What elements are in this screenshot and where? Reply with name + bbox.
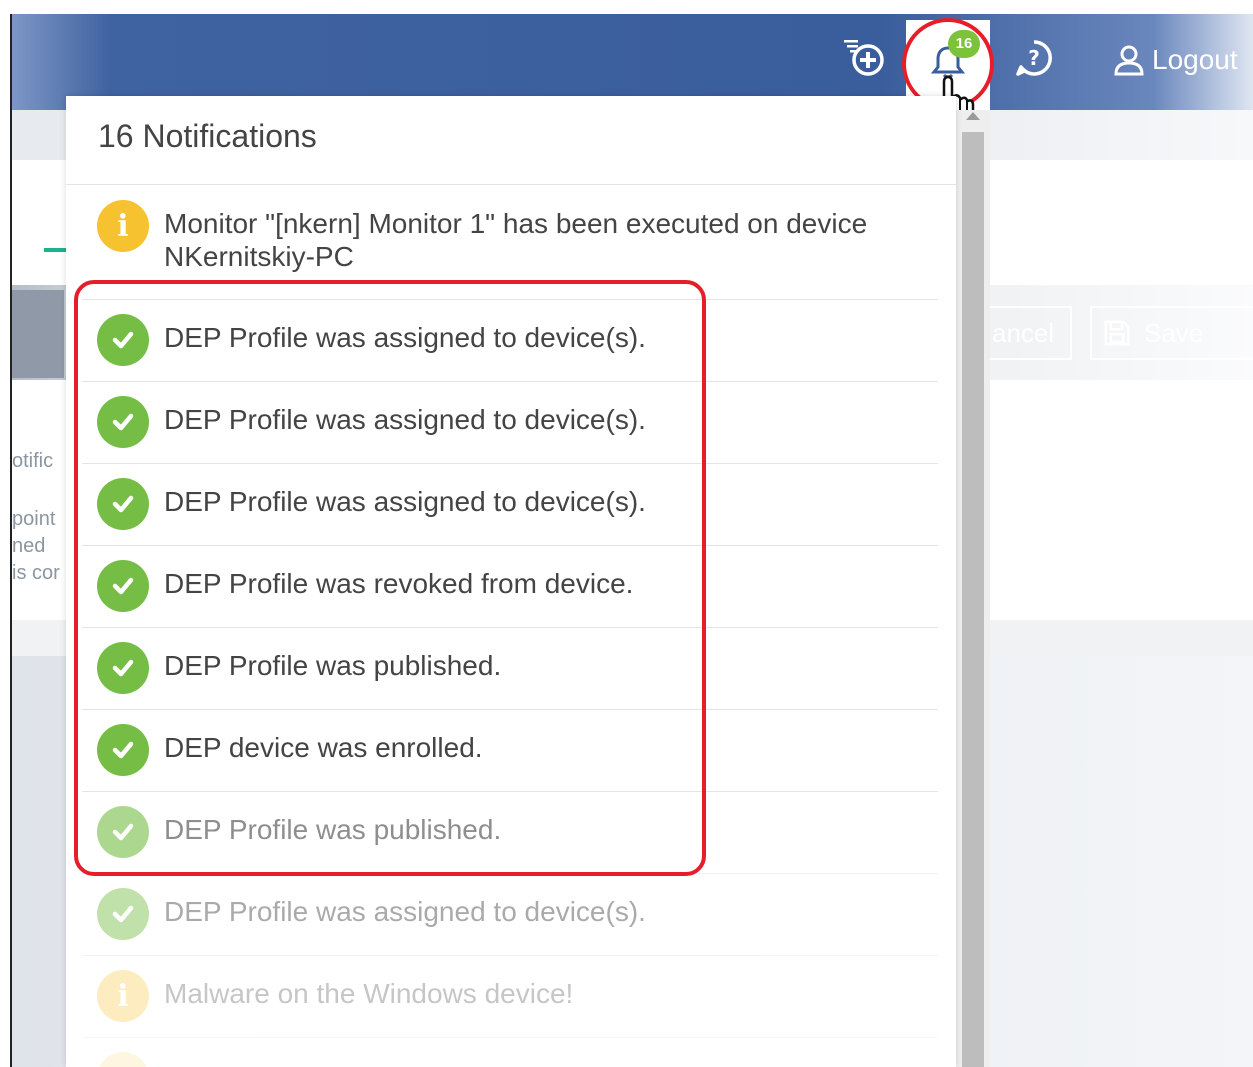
cancel-button-label: ancel	[992, 318, 1055, 348]
notification-text: Malware on the Windows device!	[164, 978, 574, 1009]
user-icon	[1114, 45, 1144, 76]
add-task-button[interactable]	[842, 36, 886, 80]
panel-title: 16 Notifications	[98, 118, 317, 154]
notification-item-partial[interactable]	[82, 1038, 938, 1067]
highlight-rectangle	[74, 280, 706, 876]
logout-label: Logout	[1152, 44, 1238, 75]
info-icon: i	[97, 200, 149, 252]
background-text-ned: ned	[12, 535, 46, 557]
help-button[interactable]: ?	[1012, 36, 1056, 80]
save-button-label: Save	[1144, 318, 1204, 348]
help-icon: ?	[1016, 40, 1052, 76]
notification-item[interactable]: DEP Profile was assigned to device(s).	[82, 874, 938, 956]
background-text-point: point	[12, 508, 56, 530]
notification-text: DEP Profile was assigned to device(s).	[164, 896, 646, 927]
svg-text:?: ?	[1028, 46, 1040, 70]
scroll-up-arrow-icon[interactable]	[966, 112, 980, 120]
background-text-notific: otific	[12, 450, 54, 472]
check-circle-icon	[97, 888, 149, 940]
notification-text-line2: NKernitskiy-PC	[164, 241, 354, 272]
save-button[interactable]: Save	[1090, 306, 1253, 360]
logout-button[interactable]: Logout	[1112, 40, 1238, 80]
screen: otific point ned is cor ancel Save 16 ? …	[0, 0, 1253, 1067]
cancel-button[interactable]: ancel	[986, 306, 1072, 360]
info-icon	[97, 1052, 149, 1067]
add-list-icon	[844, 40, 884, 76]
active-tab-indicator	[44, 248, 66, 252]
save-icon	[1104, 320, 1130, 346]
background-text-is-cor: is cor	[12, 562, 60, 584]
window-left-border	[10, 14, 12, 1067]
panel-title-divider	[66, 184, 956, 185]
notification-text: Monitor "[nkern] Monitor 1" has been exe…	[164, 208, 868, 239]
notification-item[interactable]: i Malware on the Windows device!	[82, 956, 938, 1038]
info-icon: i	[97, 970, 149, 1022]
notifications-scrollbar-thumb[interactable]	[962, 132, 984, 1067]
toolbar-left-shade	[12, 290, 64, 378]
